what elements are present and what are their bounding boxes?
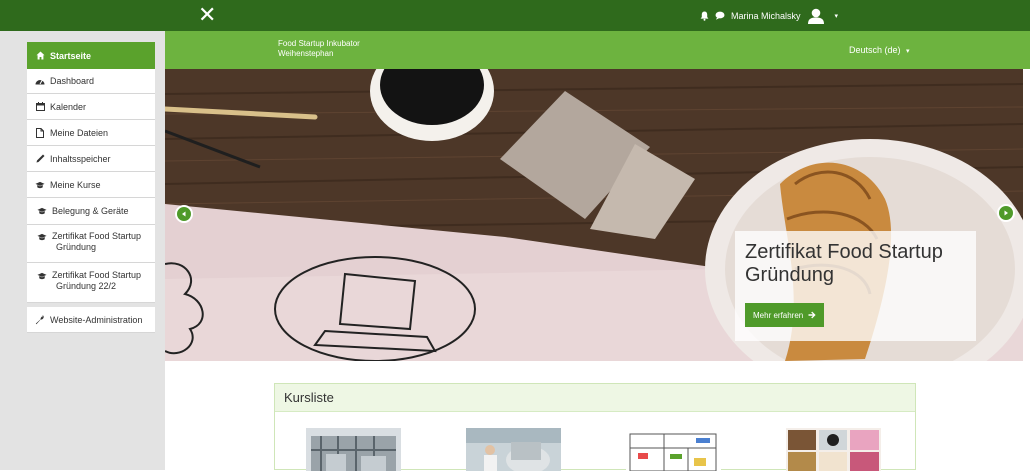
sidebar-item-meine-dateien[interactable]: Meine Dateien [27,120,155,146]
close-icon[interactable]: ✕ [198,3,216,27]
sidebar-item-inhaltsspeicher[interactable]: Inhaltsspeicher [27,146,155,172]
wrench-icon [35,314,45,325]
sidebar-item-label: Belegung & Geräte [52,206,129,216]
slider-caption-title: Zertifikat Food Startup Gründung [745,241,943,286]
sidebar-item-meine-kurse[interactable]: Meine Kurse [27,172,155,198]
sidebar-item-label: Zertifikat Food Startup Gründung [52,231,141,253]
caret-down-icon[interactable]: ▾ [835,12,839,20]
course-list-heading: Kursliste [275,384,915,412]
learn-more-button[interactable]: Mehr erfahren [745,303,825,327]
graduation-cap-icon [37,272,47,280]
language-label: Deutsch (de) [849,45,901,55]
sidebar-item-zertifikat-food-startup[interactable]: Zertifikat Food Startup Gründung [27,225,155,263]
sidebar-item-dashboard[interactable]: Dashboard [27,69,155,94]
sidebar-item-label: Kalender [50,101,87,112]
graduation-cap-icon [37,207,47,215]
sidebar-item-belegung-geraete[interactable]: Belegung & Geräte [27,198,155,225]
lab-thumbnail[interactable] [466,428,561,471]
sidebar-item-label: Dashboard [50,76,95,86]
top-navbar: ✕ Marina Michalsky ▾ [0,0,1030,31]
sidebar-item-zertifikat-food-startup-22-2[interactable]: Zertifikat Food Startup Gründung 22/2 [27,263,155,303]
file-icon [35,127,45,138]
factory-thumbnail[interactable] [306,428,401,471]
sidebar-item-label: Meine Dateien [50,127,109,138]
chevron-left-icon [182,211,186,217]
avatar-icon[interactable] [807,7,825,25]
floorplan-thumbnail[interactable] [626,428,721,471]
home-icon [35,51,45,60]
chat-icon[interactable] [715,11,725,20]
sidebar-item-startseite[interactable]: Startseite [27,42,155,69]
sidebar-item-website-administration[interactable]: Website-Administration [27,307,155,333]
language-selector[interactable]: Deutsch (de) ▾ [849,45,910,55]
site-name-line1: Food Startup Inkubator [278,39,360,48]
sidebar-item-label: Zertifikat Food Startup Gründung 22/2 [52,270,141,292]
graduation-cap-icon [35,181,45,189]
arrow-right-icon [808,311,816,319]
user-name[interactable]: Marina Michalsky [731,11,801,21]
slider-prev-button[interactable] [175,205,193,223]
sidebar-item-label: Startseite [50,50,92,61]
course-list: Kursliste [274,383,916,471]
user-menu[interactable]: Marina Michalsky ▾ [700,0,838,31]
sidebar-item-label: Meine Kurse [50,179,101,190]
sidebar-item-label: Website-Administration [50,314,143,325]
pencil-icon [35,154,45,163]
food-collage-thumbnail[interactable] [786,428,881,471]
sidebar-item-label-line1: Zertifikat Food Startup [52,270,142,280]
hero-slider: Zertifikat Food Startup Gründung Mehr er… [165,69,1023,361]
learn-more-label: Mehr erfahren [753,310,804,320]
caret-down-icon: ▾ [906,48,910,55]
sidebar-item-kalender[interactable]: Kalender [27,94,155,120]
graduation-cap-icon [37,233,47,241]
sidebar: Startseite Dashboard Kalender Meine Date… [0,31,165,470]
dashboard-icon [35,77,45,85]
calendar-icon [35,102,45,111]
slider-caption: Zertifikat Food Startup Gründung Mehr er… [735,231,976,341]
bell-icon[interactable] [700,11,709,21]
slider-next-button[interactable] [997,204,1015,222]
sidebar-item-label-line2: Gründung 22/2 [56,281,117,291]
sidebar-item-label-line2: Gründung [56,242,97,252]
sidebar-item-label: Inhaltsspeicher [50,153,111,164]
site-header: Food Startup Inkubator Weihenstephan Deu… [165,31,1030,69]
site-name[interactable]: Food Startup Inkubator Weihenstephan [278,39,360,59]
chevron-right-icon [1004,210,1008,216]
sidebar-item-label-line1: Zertifikat Food Startup [52,231,142,241]
site-name-line2: Weihenstephan [278,49,334,58]
